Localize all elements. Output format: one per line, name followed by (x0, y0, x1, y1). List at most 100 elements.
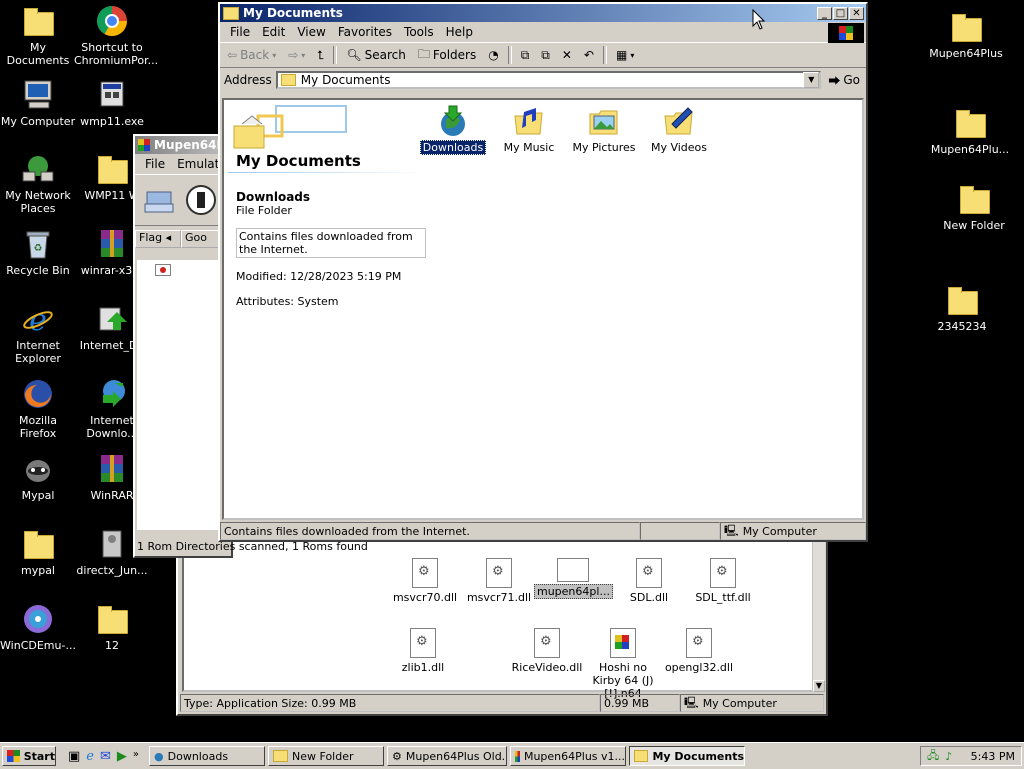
selected-item-description: Contains files downloaded from the Inter… (236, 228, 426, 258)
folder-item-my-pictures[interactable]: My Pictures (565, 104, 643, 154)
menu-edit[interactable]: Edit (256, 25, 291, 39)
file-icon-sdl-ttf[interactable]: SDL_ttf.dll (684, 558, 762, 604)
menu-help[interactable]: Help (440, 25, 479, 39)
history-button[interactable]: ◔ (485, 48, 501, 62)
desktop-icon-label: WMP11 W (84, 189, 140, 202)
desktop-icon-internet-explorer[interactable]: e Internet Explorer (0, 302, 76, 365)
file-label: zlib1.dll (401, 661, 445, 674)
delete-button[interactable]: ✕ (559, 48, 575, 62)
copy-to-button[interactable]: ⧉ (538, 48, 553, 63)
mypal-icon (21, 452, 55, 486)
move-to-button[interactable]: ⧉ (518, 48, 533, 63)
go-button[interactable]: ⮕ Go (825, 72, 866, 89)
address-input[interactable]: My Documents ▼ (275, 71, 822, 89)
start-button[interactable]: Start (2, 746, 56, 766)
title-bar[interactable]: My Documents _ □ ✕ (220, 4, 866, 22)
dll-file-icon (410, 628, 436, 658)
up-folder-button[interactable]: ⮤ (314, 48, 327, 63)
chevron-down-icon: ▾ (272, 50, 277, 60)
desktop-icon-wmp11[interactable]: wmp11.exe (74, 78, 150, 128)
task-mupen64plus-v1[interactable]: Mupen64Plus v1... (510, 746, 627, 766)
desktop-icon-mupen64plus[interactable]: Mupen64Plus (926, 10, 1006, 60)
folder-label: My Pictures (572, 141, 636, 154)
selected-item-attributes: Attributes: System (236, 295, 339, 308)
desktop-icon-chromium[interactable]: Shortcut to ChromiumPor... (74, 4, 158, 67)
file-icon-ricevideo[interactable]: RiceVideo.dll (508, 628, 586, 674)
file-icon-msvcr70[interactable]: msvcr70.dll (386, 558, 464, 604)
desktop-icon-mupen64plu[interactable]: Mupen64Plu... (930, 106, 1010, 156)
folder-view[interactable]: My Documents Downloads File Folder Conta… (222, 98, 864, 520)
file-icon-msvcr71[interactable]: msvcr71.dll (460, 558, 538, 604)
chrome-icon (95, 4, 129, 38)
desktop-icon-my-computer[interactable]: My Computer (0, 78, 76, 128)
desktop-icon-label: Recycle Bin (6, 264, 70, 277)
desktop-icon-2345234[interactable]: 2345234 (922, 283, 1002, 333)
rom-list[interactable] (137, 260, 229, 530)
desktop-icon-mypal[interactable]: Mypal (0, 452, 76, 502)
outlook-icon[interactable]: ✉ (100, 749, 111, 764)
views-button[interactable]: ▦ ▾ (613, 48, 637, 62)
file-icon-opengl32[interactable]: opengl32.dll (660, 628, 738, 674)
desktop-icon-recycle-bin[interactable]: ♻ Recycle Bin (0, 227, 76, 277)
menu-favorites[interactable]: Favorites (332, 25, 398, 39)
file-icon-mupen64plus[interactable]: mupen64pl... (534, 558, 613, 599)
folder-item-my-videos[interactable]: My Videos (640, 104, 718, 154)
desktop-icon-wincdemu[interactable]: WinCDEmu-... (0, 602, 76, 652)
my-documents-window[interactable]: My Documents _ □ ✕ File Edit View Favori… (218, 2, 868, 542)
minimize-button[interactable]: _ (817, 6, 832, 20)
ie-quicklaunch-icon[interactable]: e (86, 749, 94, 764)
clock[interactable]: 5:43 PM (971, 750, 1015, 763)
column-flag[interactable]: Flag ◂ (135, 230, 181, 248)
undo-button[interactable]: ↶ (581, 48, 597, 62)
open-rom-icon[interactable] (143, 184, 175, 216)
folders-icon: 🗀 (417, 46, 430, 61)
volume-tray-icon[interactable]: ♪ (945, 750, 952, 763)
menu-view[interactable]: View (291, 25, 331, 39)
downloads-folder-icon: ● (154, 749, 164, 763)
directx-icon (95, 527, 129, 561)
folders-button[interactable]: 🗀 Folders (415, 45, 479, 66)
task-my-documents[interactable]: My Documents (629, 746, 746, 766)
folder-item-downloads[interactable]: Downloads (414, 104, 492, 155)
task-mupen64plus-old[interactable]: ⚙ Mupen64Plus Old... (387, 746, 508, 766)
play-icon[interactable] (185, 184, 217, 216)
back-explorer-window[interactable]: msvcr70.dll msvcr71.dll mupen64pl... SDL… (176, 540, 828, 716)
folder-icon (945, 283, 979, 317)
folder-item-my-music[interactable]: My Music (490, 104, 568, 154)
back-file-list[interactable]: msvcr70.dll msvcr71.dll mupen64pl... SDL… (182, 542, 814, 700)
back-scrollbar[interactable]: ▼ (812, 542, 825, 692)
desktop-icon-my-documents[interactable]: My Documents (0, 4, 76, 67)
chevron-down-icon: ▾ (630, 50, 635, 60)
close-button[interactable]: ✕ (849, 6, 864, 20)
forward-button[interactable]: ⇨ ▾ (285, 48, 308, 62)
taskbar: Start ▣ e ✉ ▶ » ● Downloads New Folder ⚙… (0, 742, 1024, 769)
mupen-menu-file[interactable]: File (139, 157, 171, 171)
show-desktop-icon[interactable]: ▣ (68, 749, 80, 764)
network-tray-icon[interactable]: 🖧 (927, 747, 939, 766)
scroll-down-icon[interactable]: ▼ (813, 680, 825, 692)
dll-file-icon (636, 558, 662, 588)
desktop-icon-mypal-folder[interactable]: mypal (0, 527, 76, 577)
chevron-right-icon[interactable]: » (133, 749, 139, 764)
menu-file[interactable]: File (224, 25, 256, 39)
computer-icon (21, 78, 55, 112)
file-icon-sdl[interactable]: SDL.dll (610, 558, 688, 604)
menu-bar: File Edit View Favorites Tools Help (220, 22, 866, 43)
desktop-icon-12[interactable]: 12 (74, 602, 150, 652)
desktop-icon-new-folder[interactable]: New Folder (934, 182, 1014, 232)
address-dropdown-button[interactable]: ▼ (803, 72, 820, 88)
file-icon-kirby-rom[interactable]: Hoshi no Kirby 64 (J) [!].n64 (584, 628, 662, 700)
search-button[interactable]: 🔍︎ Search (343, 48, 408, 62)
history-icon: ◔ (488, 48, 499, 62)
task-new-folder[interactable]: New Folder (268, 746, 385, 766)
file-icon-zlib1[interactable]: zlib1.dll (384, 628, 462, 674)
back-button[interactable]: ⇦ Back ▾ (224, 48, 279, 62)
desktop-icon-network[interactable]: My Network Places (0, 152, 76, 215)
mupen-title-bar[interactable]: Mupen64P (135, 136, 231, 154)
task-downloads[interactable]: ● Downloads (149, 746, 266, 766)
menu-tools[interactable]: Tools (398, 25, 440, 39)
maximize-button[interactable]: □ (833, 6, 848, 20)
media-player-icon[interactable]: ▶ (117, 749, 127, 764)
folder-icon (953, 106, 987, 140)
desktop-icon-firefox[interactable]: Mozilla Firefox (0, 377, 76, 440)
